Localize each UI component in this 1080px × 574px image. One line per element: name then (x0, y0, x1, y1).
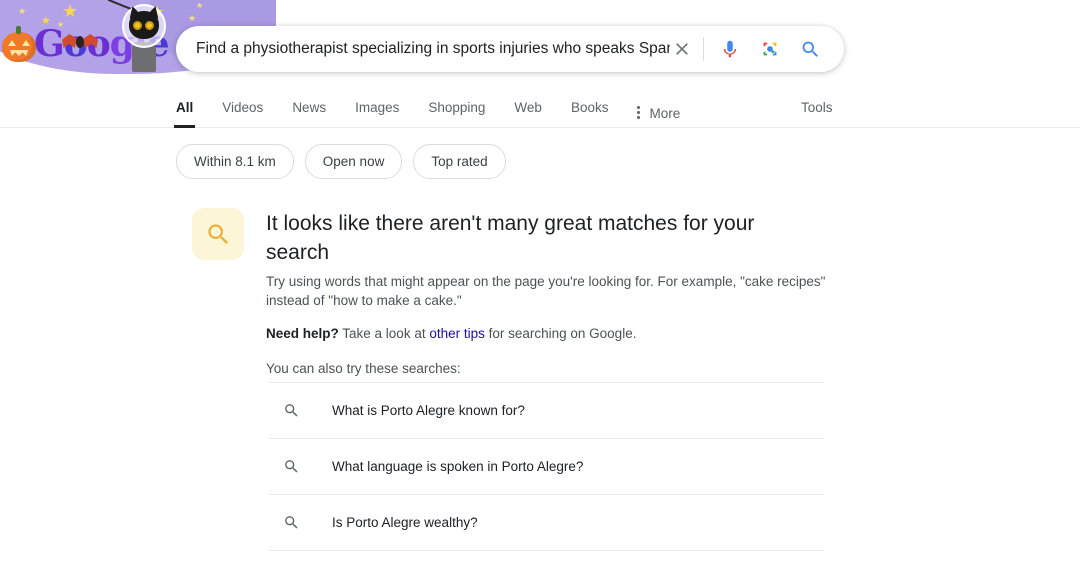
suggested-searches-list[interactable]: What is Porto Alegre known for? What lan… (268, 382, 824, 551)
bat-wing-icon (62, 34, 77, 48)
chip-top-rated[interactable]: Top rated (413, 144, 505, 179)
search-tip-text: Try using words that might appear on the… (266, 272, 826, 310)
close-icon (672, 39, 692, 59)
tab-label: All (176, 100, 193, 115)
tab-label: News (292, 100, 326, 115)
tab-more[interactable]: More (637, 93, 680, 128)
need-help-label: Need help? (266, 326, 339, 341)
also-try-text: You can also try these searches: (266, 359, 826, 378)
tab-label: More (649, 106, 680, 121)
pumpkin-eye-icon (8, 40, 16, 46)
bat-body-icon (76, 36, 84, 48)
tab-label: Shopping (428, 100, 485, 115)
jack-o-lantern-icon (2, 32, 36, 62)
list-item-label: What is Porto Alegre known for? (332, 403, 525, 418)
search-icon (281, 402, 301, 419)
clear-search-button[interactable] (670, 37, 694, 61)
search-submit-button[interactable] (798, 37, 822, 61)
list-item[interactable]: Is Porto Alegre wealthy? (268, 494, 824, 551)
chip-label: Top rated (431, 154, 487, 169)
tab-label: Videos (222, 100, 263, 115)
list-item[interactable]: What is Porto Alegre known for? (268, 382, 824, 438)
tab-web[interactable]: Web (514, 93, 542, 128)
tab-all[interactable]: All (176, 93, 193, 128)
search-input[interactable] (196, 40, 670, 58)
tab-label: Web (514, 100, 542, 115)
star-icon: ★ (188, 14, 196, 23)
astronaut-cat-icon (118, 4, 178, 74)
filter-chips[interactable]: Within 8.1 km Open now Top rated (176, 144, 517, 179)
no-results-block: It looks like there aren't many great ma… (192, 208, 852, 267)
search-icon (800, 39, 821, 60)
list-item[interactable]: What language is spoken in Porto Alegre? (268, 438, 824, 494)
tab-images[interactable]: Images (355, 93, 399, 128)
list-item-label: Is Porto Alegre wealthy? (332, 515, 478, 530)
chip-within-distance[interactable]: Within 8.1 km (176, 144, 294, 179)
search-icon (205, 221, 232, 248)
tab-videos[interactable]: Videos (222, 93, 263, 128)
search-header: ★ ★ ★ ★ ★ ★ ★ Google (0, 0, 1080, 128)
tools-button[interactable]: Tools (801, 100, 833, 115)
chip-label: Within 8.1 km (194, 154, 276, 169)
chip-open-now[interactable]: Open now (305, 144, 403, 179)
search-divider (703, 37, 704, 61)
search-bar[interactable] (176, 26, 844, 72)
search-icon (281, 514, 301, 531)
no-results-header: It looks like there aren't many great ma… (192, 208, 852, 267)
star-icon: ★ (62, 2, 78, 20)
search-tabs[interactable]: All Videos News Images Shopping Web Book… (176, 93, 680, 128)
other-tips-link[interactable]: other tips (429, 326, 485, 341)
page-title: It looks like there aren't many great ma… (266, 208, 786, 267)
chip-label: Open now (323, 154, 385, 169)
tab-label: Images (355, 100, 399, 115)
voice-search-button[interactable] (718, 37, 742, 61)
need-help-text: Need help? Take a look at other tips for… (266, 324, 826, 343)
star-icon: ★ (196, 2, 203, 10)
tools-label: Tools (801, 100, 833, 115)
no-results-body: Try using words that might appear on the… (266, 272, 826, 394)
tab-label: Books (571, 100, 609, 115)
star-icon: ★ (18, 7, 26, 16)
cat-eye-icon (145, 21, 154, 30)
no-results-icon-badge (192, 208, 244, 260)
microphone-icon (719, 38, 741, 60)
need-help-suffix: for searching on Google. (485, 326, 637, 341)
list-item-label: What language is spoken in Porto Alegre? (332, 459, 583, 474)
tab-news[interactable]: News (292, 93, 326, 128)
vertical-dots-icon (637, 106, 641, 121)
tab-books[interactable]: Books (571, 93, 609, 128)
google-lens-icon (759, 38, 781, 60)
bat-icon (62, 34, 98, 51)
google-lens-button[interactable] (758, 37, 782, 61)
pumpkin-eye-icon (22, 40, 30, 46)
search-icon (281, 458, 301, 475)
need-help-mid: Take a look at (339, 326, 430, 341)
tab-shopping[interactable]: Shopping (428, 93, 485, 128)
search-input-wrapper[interactable] (176, 26, 670, 72)
pumpkin-mouth-icon (10, 50, 28, 56)
bat-wing-icon (83, 34, 98, 48)
cat-eye-icon (133, 21, 142, 30)
